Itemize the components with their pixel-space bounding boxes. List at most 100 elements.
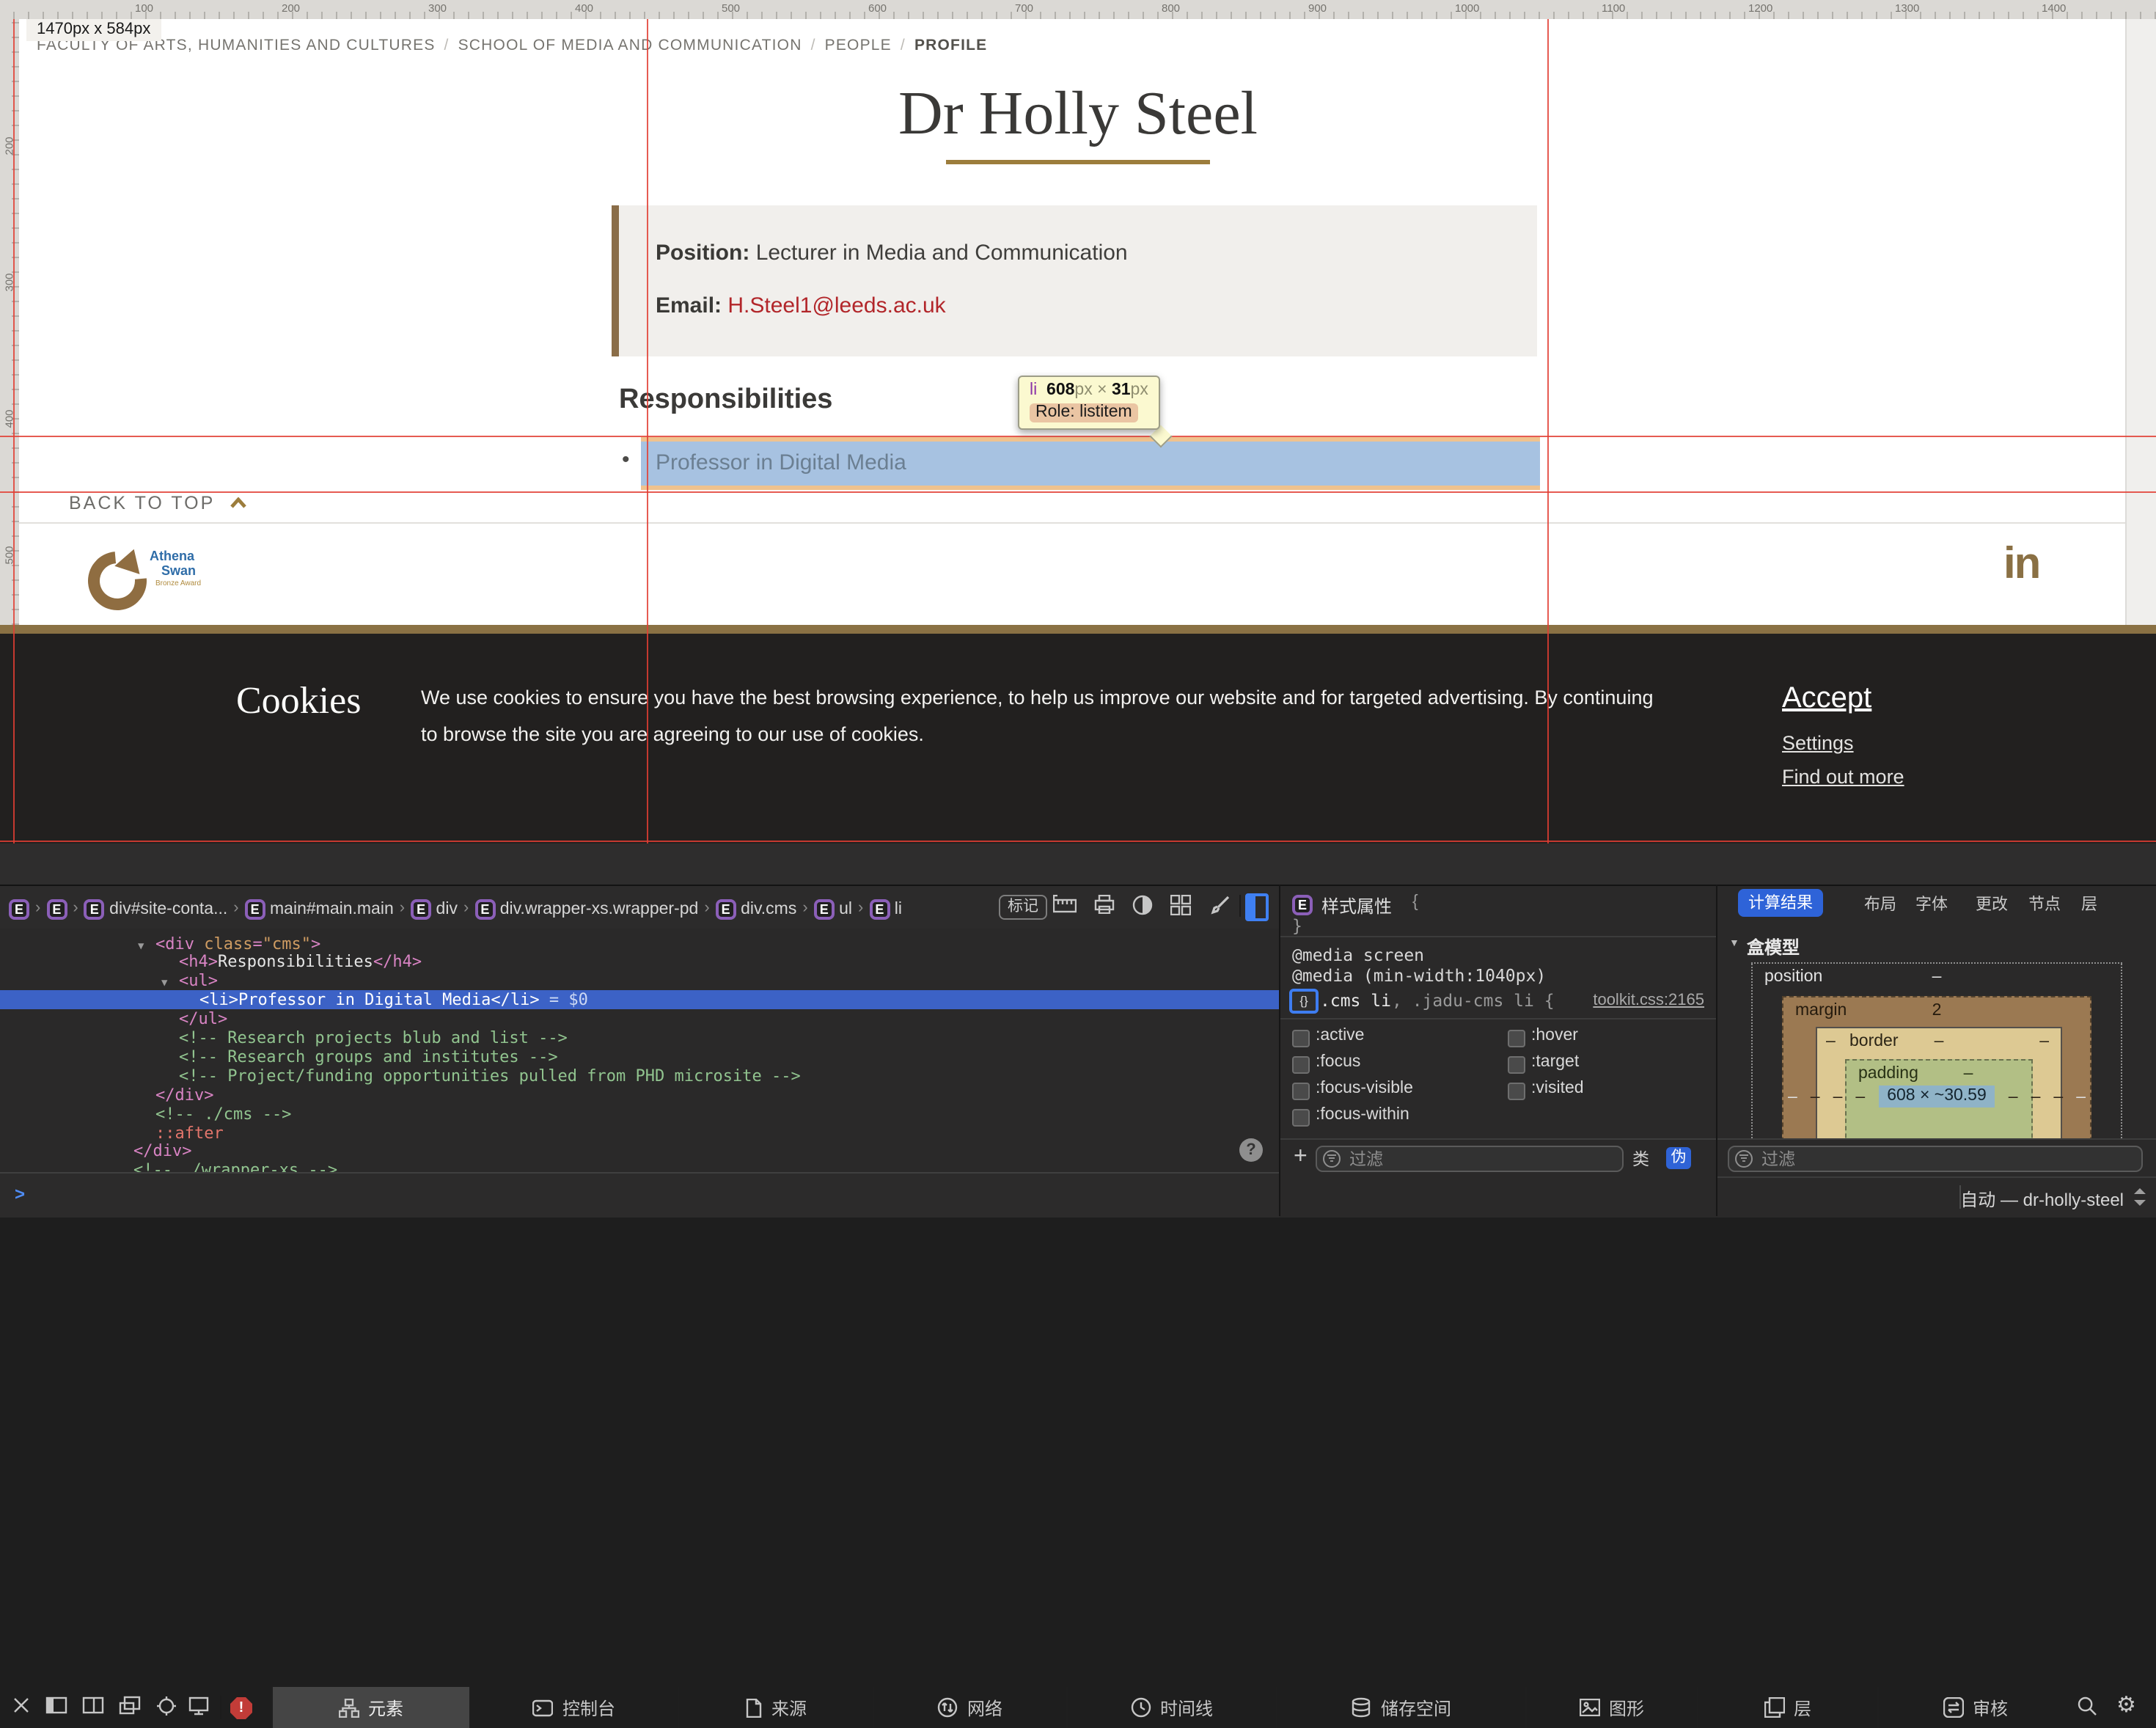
devtools-tab-graphics[interactable]: 图形: [1525, 1687, 1697, 1728]
element-badge-icon: E: [474, 898, 495, 919]
close-icon[interactable]: [12, 1696, 35, 1719]
dom-tree-line[interactable]: <h4>Responsibilities</h4>: [0, 953, 1279, 972]
element-picker-icon[interactable]: [155, 1696, 179, 1719]
pseudo-checkbox[interactable]: [1292, 1109, 1310, 1127]
stylesheet-source-link[interactable]: toolkit.css:2165: [1593, 992, 1704, 1009]
filter-icon: [1735, 1150, 1753, 1168]
box-model-content-size[interactable]: 608 × ~30.59: [1878, 1086, 1995, 1108]
border-top-value[interactable]: –: [1817, 1033, 2061, 1050]
cookie-settings-link[interactable]: Settings: [1782, 732, 1854, 754]
css-selector-matched[interactable]: .cms li: [1320, 990, 1391, 1011]
dash[interactable]: –: [1788, 1088, 1797, 1105]
breadcrumb-item[interactable]: PEOPLE: [825, 37, 892, 54]
breadcrumb-item[interactable]: SCHOOL OF MEDIA AND COMMUNICATION: [458, 37, 802, 54]
devtools-tab-network[interactable]: 网络: [873, 1687, 1066, 1728]
padding-top-value[interactable]: –: [1905, 1065, 2031, 1083]
dom-breadcrumb-item[interactable]: E: [46, 894, 67, 920]
cookie-find-out-more-link[interactable]: Find out more: [1782, 766, 1904, 788]
dom-breadcrumb-item[interactable]: E div: [411, 894, 458, 920]
border-right-value[interactable]: –: [2039, 1033, 2049, 1050]
dom-tree-line[interactable]: ▼<div class="cms">: [0, 934, 1279, 953]
tab-label: 审核: [1973, 1695, 2008, 1720]
dash[interactable]: –: [2009, 1088, 2018, 1105]
devtools-tab-sources[interactable]: 来源: [678, 1687, 873, 1728]
pseudo-checkbox[interactable]: [1508, 1056, 1525, 1074]
ruler-toggle-icon[interactable]: [1053, 895, 1077, 918]
sidebar-tab-computed[interactable]: 计算结果: [1738, 889, 1823, 917]
dom-breadcrumb-item[interactable]: E div.cms: [716, 894, 797, 920]
dom-tree-line[interactable]: </ul>: [0, 1009, 1279, 1028]
code-text: <!-- ./cms -->: [155, 1104, 291, 1123]
sidebar-tab-节点[interactable]: 节点: [2028, 892, 2061, 915]
pseudo-toggle-button[interactable]: 伪: [1666, 1147, 1691, 1169]
dom-tree-line[interactable]: <!-- Project/funding opportunities pulle…: [0, 1066, 1279, 1086]
back-to-top-link[interactable]: BACK TO TOP: [69, 493, 247, 513]
element-badge-icon: E: [411, 898, 431, 919]
dash[interactable]: –: [2053, 1088, 2063, 1105]
pseudo-checkbox[interactable]: [1292, 1056, 1310, 1074]
gear-icon[interactable]: ⚙: [2116, 1691, 2136, 1718]
paintbrush-icon[interactable]: [1210, 895, 1233, 918]
dom-breadcrumb-item[interactable]: E ul: [814, 894, 852, 920]
dom-tree-line[interactable]: ▼<ul>: [0, 972, 1279, 991]
sidebar-tab-层[interactable]: 层: [2081, 892, 2097, 915]
search-icon[interactable]: [2077, 1696, 2100, 1719]
devtools-tab-timelines[interactable]: 时间线: [1066, 1687, 1276, 1728]
pseudo-checkbox[interactable]: [1292, 1083, 1310, 1100]
pseudo-checkbox[interactable]: [1508, 1030, 1525, 1047]
box-model-disclosure-icon[interactable]: ▼: [1729, 939, 1739, 949]
grid-overlay-icon[interactable]: [1170, 895, 1194, 918]
dash[interactable]: –: [1811, 1088, 1820, 1105]
dom-tree-line[interactable]: <li>Professor in Digital Media</li> = $0: [0, 990, 1279, 1009]
page-target-select[interactable]: 自动 — dr-holly-steel: [1960, 1187, 2124, 1212]
dom-breadcrumb-item[interactable]: E: [9, 894, 29, 920]
dom-breadcrumb-item[interactable]: E div.wrapper-xs.wrapper-pd: [474, 894, 698, 920]
dom-tree-line[interactable]: ::after: [0, 1123, 1279, 1142]
athena-swan-logo[interactable]: Athena Swan Bronze Award: [85, 546, 246, 610]
sidebar-tab-字体[interactable]: 字体: [1915, 892, 1948, 915]
pseudo-checkbox[interactable]: [1292, 1030, 1310, 1047]
dash[interactable]: –: [1833, 1088, 1843, 1105]
dom-tree-line[interactable]: <!-- ./wrapper-xs -->: [0, 1161, 1279, 1172]
help-button[interactable]: ?: [1239, 1138, 1263, 1162]
add-rule-button[interactable]: +: [1294, 1144, 1308, 1171]
issues-badge[interactable]: !: [230, 1697, 252, 1719]
contrast-icon[interactable]: [1132, 895, 1156, 918]
print-icon[interactable]: [1094, 895, 1118, 918]
position-top-value[interactable]: –: [1753, 968, 2121, 986]
dom-tree-line[interactable]: <!-- Research projects blub and list -->: [0, 1028, 1279, 1047]
cookie-accept-link[interactable]: Accept: [1782, 682, 1871, 716]
devtools-tab-elements[interactable]: 元素: [271, 1687, 469, 1728]
inspect-mode-icon[interactable]: [1245, 893, 1269, 921]
computed-filter-input[interactable]: 过滤: [1728, 1146, 2143, 1172]
linkedin-icon[interactable]: in: [2003, 540, 2039, 590]
devtools-tab-console[interactable]: 控制台: [469, 1687, 678, 1728]
devtools-tab-layers[interactable]: 层: [1697, 1687, 1877, 1728]
styles-filter-input[interactable]: 过滤: [1316, 1146, 1624, 1172]
dock-side-icon[interactable]: [45, 1696, 69, 1719]
dom-tree-line[interactable]: <!-- ./cms -->: [0, 1104, 1279, 1123]
dom-breadcrumb-item[interactable]: E li: [869, 894, 902, 920]
mark-button[interactable]: 标记: [999, 895, 1047, 920]
dom-tree-line[interactable]: </div>: [0, 1085, 1279, 1104]
dash[interactable]: –: [1855, 1088, 1865, 1105]
devtools-tab-audit[interactable]: 审核: [1877, 1687, 2072, 1728]
email-link[interactable]: H.Steel1@leeds.ac.uk: [727, 293, 945, 318]
page-scrollbar[interactable]: [2125, 19, 2156, 625]
pseudo-checkbox[interactable]: [1508, 1083, 1525, 1100]
dash[interactable]: –: [2076, 1088, 2086, 1105]
device-icon[interactable]: [188, 1696, 211, 1719]
detach-window-icon[interactable]: [119, 1696, 142, 1719]
dom-breadcrumb-item[interactable]: E main#main.main: [245, 894, 394, 920]
sidebar-tab-更改[interactable]: 更改: [1976, 892, 2008, 915]
dom-tree-line[interactable]: </div>: [0, 1142, 1279, 1161]
console-prompt-row[interactable]: >: [0, 1172, 1279, 1218]
dock-bottom-icon[interactable]: [82, 1696, 106, 1719]
devtools-tab-storage[interactable]: 储存空间: [1276, 1687, 1525, 1728]
sidebar-tab-布局[interactable]: 布局: [1864, 892, 1896, 915]
dom-breadcrumb-item[interactable]: E div#site-conta...: [84, 894, 228, 920]
margin-top-value[interactable]: 2: [1783, 1002, 2090, 1019]
class-toggle-button[interactable]: 类: [1632, 1147, 1649, 1171]
dash[interactable]: –: [2031, 1088, 2041, 1105]
dom-tree-line[interactable]: <!-- Research groups and institutes -->: [0, 1047, 1279, 1066]
